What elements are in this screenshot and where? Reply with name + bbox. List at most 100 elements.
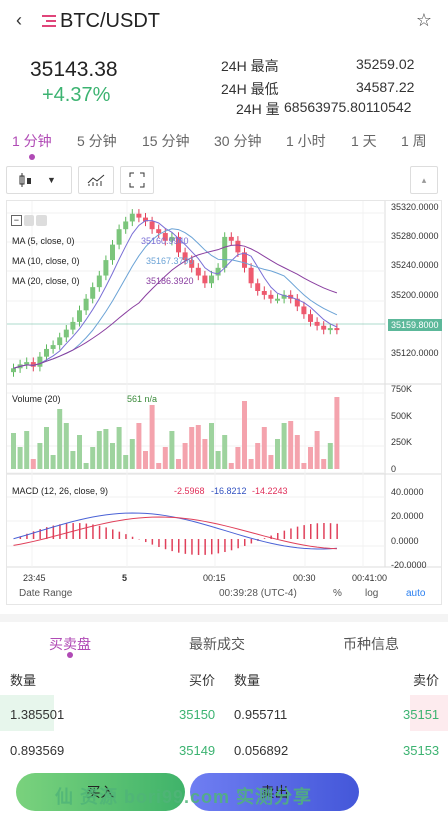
back-icon[interactable]: ‹ <box>16 10 22 31</box>
indicators-button[interactable] <box>78 166 114 194</box>
last-price: 35143.38 <box>30 58 118 81</box>
tab-recent-trades[interactable]: 最新成交 <box>189 634 245 654</box>
candle <box>11 368 16 373</box>
volume-bar <box>294 435 300 469</box>
main-pane-controls: − <box>11 215 47 227</box>
tab-1w[interactable]: 1 周 <box>401 131 427 151</box>
volume-bar <box>136 423 142 469</box>
date-range-button[interactable]: Date Range <box>19 588 72 599</box>
candle <box>50 345 56 349</box>
ask-price-header: 卖价 <box>413 673 440 688</box>
ma10-value: 35167.3790 <box>146 256 194 266</box>
price-summary: 35143.38 +4.37% 24H 最高 35259.02 24H 最低 3… <box>0 44 448 117</box>
volume-bar <box>37 443 43 469</box>
macd-bar <box>230 539 233 551</box>
macd-tick: 40.0000 <box>391 487 424 497</box>
volume-bar <box>143 451 148 469</box>
candle <box>70 321 76 330</box>
favorite-star-icon[interactable]: ☆ <box>416 10 432 31</box>
orderbook-row[interactable]: 1.385501 35150 0.955711 35151 <box>0 695 448 731</box>
volume-bar <box>261 427 267 469</box>
ask-price: 35151 <box>403 707 440 722</box>
macd-bar <box>250 539 253 544</box>
active-tab-indicator <box>67 652 73 658</box>
signal-line <box>13 516 337 550</box>
volume-bar <box>103 429 109 469</box>
price-tick: 35240.0000 <box>391 260 439 270</box>
volume-bar <box>90 447 96 469</box>
volume-bar <box>275 439 280 469</box>
candle <box>268 294 274 299</box>
collapse-pane-icon[interactable]: − <box>11 215 22 226</box>
volume-bar <box>83 463 89 469</box>
timezone-label[interactable]: 00:39:28 (UTC-4) <box>219 588 297 599</box>
tab-15min[interactable]: 15 分钟 <box>142 131 189 151</box>
candle <box>327 328 333 331</box>
action-bar: 买入 卖出 仙 资源 bori99.com 实测分享 <box>0 761 448 831</box>
tab-1h[interactable]: 1 小时 <box>286 131 326 151</box>
percent-toggle[interactable]: % <box>333 588 342 599</box>
candle <box>228 236 234 241</box>
macd-line <box>13 512 337 550</box>
ma5-legend: MA (5, close, 0) <box>12 236 75 246</box>
eye-icon[interactable] <box>23 215 35 226</box>
current-price-tag: 35159.8000 <box>388 319 442 331</box>
candle <box>321 325 327 330</box>
tab-5min[interactable]: 5 分钟 <box>77 131 117 151</box>
macd-bar <box>296 526 299 539</box>
candle <box>77 310 82 322</box>
tab-1min[interactable]: 1 分钟 <box>12 131 52 151</box>
macd-bar <box>263 538 266 539</box>
bid-price-header: 买价 <box>189 673 216 688</box>
candle <box>136 213 142 218</box>
volume-tick: 500K <box>391 411 413 421</box>
volume-bar <box>110 443 115 469</box>
macd-bar <box>125 534 127 539</box>
collapse-button[interactable]: ▴ <box>410 166 438 194</box>
time-tick: 23:45 <box>23 573 46 583</box>
macd-bar <box>277 533 279 539</box>
candle <box>63 329 69 338</box>
ask-price: 35153 <box>403 743 440 758</box>
time-tick: 00:30 <box>293 573 316 583</box>
macd-bar <box>65 523 68 539</box>
volume-bar <box>162 447 168 469</box>
tab-1d[interactable]: 1 天 <box>351 131 377 151</box>
menu-icon[interactable] <box>42 15 56 27</box>
candle <box>90 287 96 299</box>
candle <box>110 244 115 261</box>
tab-orderbook[interactable]: 买卖盘 <box>49 634 91 654</box>
candle <box>222 236 228 268</box>
price-chart[interactable]: − MA (5, close, 0) 35160.9940 MA (10, cl… <box>6 200 442 605</box>
active-timeframe-indicator <box>29 154 35 160</box>
macd-value-1: -2.5968 <box>174 486 205 496</box>
macd-bar <box>336 523 338 539</box>
macd-tick: 0.0000 <box>391 536 419 546</box>
high-value: 35259.02 <box>356 56 415 72</box>
volume-bar <box>222 435 228 469</box>
settings-icon[interactable] <box>36 215 47 226</box>
pair-title[interactable]: BTC/USDT <box>60 10 160 33</box>
candle <box>129 213 135 222</box>
fullscreen-button[interactable] <box>120 166 154 194</box>
chart-type-select[interactable]: ▼ <box>6 166 72 194</box>
volume-tick: 250K <box>391 437 413 447</box>
log-toggle[interactable]: log <box>365 588 378 599</box>
chevron-down-icon: ▼ <box>47 175 56 185</box>
candle <box>103 260 109 276</box>
macd-bar <box>158 539 160 548</box>
tab-30min[interactable]: 30 分钟 <box>214 131 261 151</box>
candle <box>255 283 261 291</box>
volume-bar <box>50 455 56 469</box>
auto-toggle[interactable]: auto <box>406 588 425 599</box>
tab-coin-info[interactable]: 币种信息 <box>343 634 399 654</box>
volume-value: 561 n/a <box>127 394 158 404</box>
macd-bar <box>118 531 121 539</box>
macd-bar <box>329 523 332 539</box>
ask-amount: 0.955711 <box>234 707 288 722</box>
volume-bar <box>30 459 36 469</box>
volume-bar <box>182 443 188 469</box>
volume-value: 68563975.80110542 <box>284 99 412 115</box>
macd-bar <box>59 524 61 539</box>
volume-bar <box>321 459 327 469</box>
